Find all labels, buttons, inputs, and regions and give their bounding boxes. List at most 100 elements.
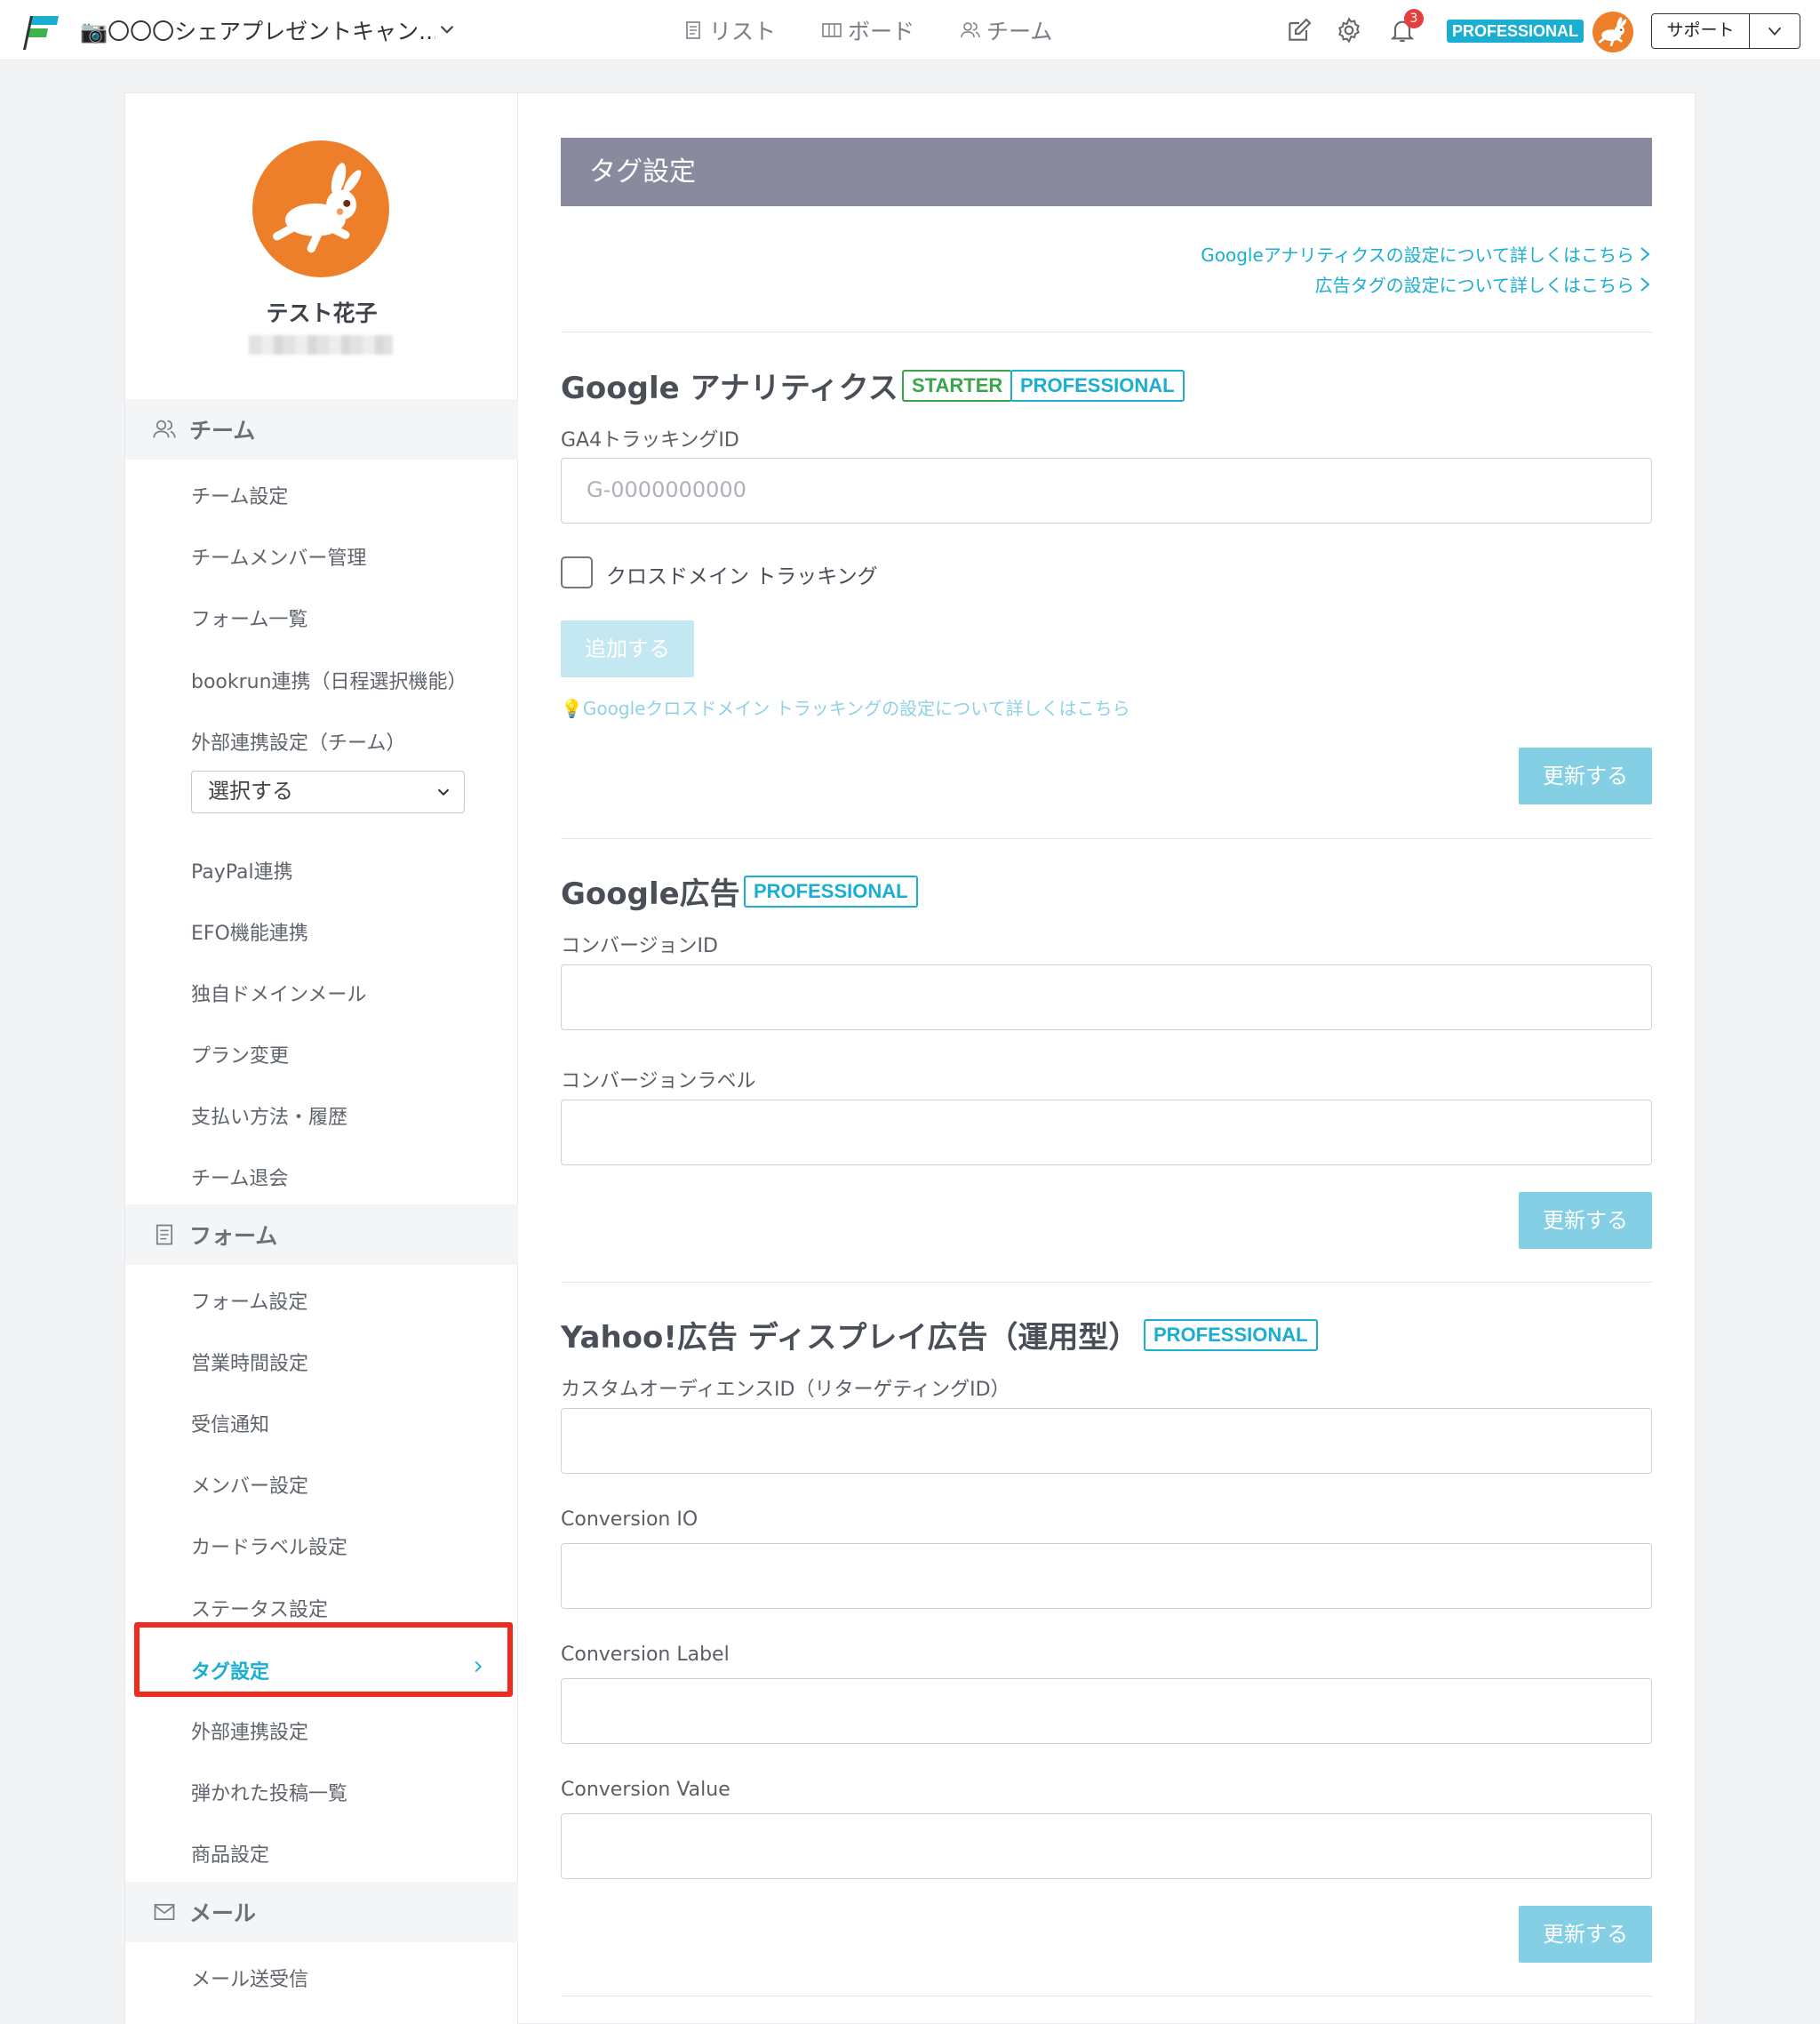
app-logo-icon[interactable] <box>21 12 60 52</box>
conversion-io-input[interactable] <box>561 1543 1652 1609</box>
settings-card: テスト花子 チーム チーム設定 チームメンバー管理 フォーム一覧 bookrun… <box>124 92 1696 2024</box>
sidebar-item-tag-settings-label: タグ設定 <box>191 1661 270 1684</box>
chevron-down-icon <box>437 788 450 796</box>
nav-list-label: リスト <box>709 19 777 44</box>
sidebar-item-external-team[interactable]: 外部連携設定（チーム） <box>191 727 405 756</box>
sidebar-item-member-settings[interactable]: メンバー設定 <box>191 1470 308 1499</box>
yahoo-conversion-label-label: Conversion Label <box>561 1644 730 1666</box>
nav-board-label: ボード <box>848 19 915 44</box>
sidebar-item-rejected-posts[interactable]: 弾かれた投稿一覧 <box>191 1778 347 1806</box>
sidebar-item-mail[interactable]: メール送受信 <box>191 1964 308 1992</box>
page-title: タグ設定 <box>561 138 1652 206</box>
support-dropdown-toggle[interactable] <box>1750 14 1800 48</box>
conversion-io-label: Conversion IO <box>561 1508 698 1531</box>
chevron-right-icon <box>475 1660 483 1673</box>
conversion-id-input[interactable] <box>561 964 1652 1030</box>
conversion-id-label: コンバージョンID <box>561 935 718 957</box>
section-title: メール <box>189 1900 257 1926</box>
plan-badge: PROFESSIONAL <box>1447 20 1585 43</box>
conversion-value-label: Conversion Value <box>561 1779 730 1801</box>
conversion-label-label: コンバージョンラベル <box>561 1070 756 1092</box>
notification-badge: 3 <box>1404 9 1424 28</box>
sidebar-section-team: チーム <box>125 399 518 460</box>
chevron-down-icon[interactable] <box>435 18 459 41</box>
sidebar-item-team-members[interactable]: チームメンバー管理 <box>191 542 366 571</box>
ga4-id-input[interactable]: G-0000000000 <box>561 458 1652 524</box>
divider <box>561 838 1652 839</box>
sidebar-item-notifications[interactable]: 受信通知 <box>191 1409 269 1437</box>
google-ads-update-button[interactable]: 更新する <box>1519 1192 1652 1249</box>
ga-section-title: Google アナリティクス <box>561 371 898 406</box>
support-button[interactable]: サポート <box>1651 13 1800 49</box>
team-people-icon <box>961 22 980 38</box>
support-button-label: サポート <box>1652 14 1750 48</box>
cross-domain-label: クロスドメイン トラッキング <box>606 565 878 588</box>
chevron-right-icon <box>1640 276 1650 292</box>
cross-domain-help-link[interactable]: 💡Googleクロスドメイン トラッキングの設定について詳しくはこちら <box>561 694 1130 720</box>
ga-update-button[interactable]: 更新する <box>1519 748 1652 804</box>
conversion-label-input[interactable] <box>561 1100 1652 1165</box>
professional-tag: PROFESSIONAL <box>1010 370 1185 402</box>
edit-icon[interactable] <box>1285 16 1313 44</box>
professional-tag: PROFESSIONAL <box>744 876 918 908</box>
mail-envelope-icon <box>154 1903 175 1921</box>
list-doc-icon <box>686 21 700 39</box>
nav-list[interactable]: リスト <box>682 14 776 46</box>
audience-id-input[interactable] <box>561 1408 1652 1474</box>
ga4-id-label: GA4トラッキングID <box>561 429 739 452</box>
sidebar-item-paypal[interactable]: PayPal連携 <box>191 856 293 884</box>
sidebar-item-efo[interactable]: EFO機能連携 <box>191 917 308 946</box>
sidebar-item-team-settings[interactable]: チーム設定 <box>191 481 288 509</box>
professional-tag: PROFESSIONAL <box>1144 1319 1318 1351</box>
sidebar-section-form: フォーム <box>125 1204 518 1265</box>
section-title: チーム <box>189 418 256 444</box>
board-columns-icon <box>822 23 842 37</box>
yahoo-conversion-label-input[interactable] <box>561 1678 1652 1744</box>
yahoo-ads-section-title: Yahoo!広告 ディスプレイ広告（運用型） <box>561 1320 1139 1356</box>
project-title[interactable]: 📷〇〇〇シェアプレゼントキャン... <box>80 14 435 46</box>
rabbit-icon <box>273 163 362 253</box>
sidebar-item-business-hours[interactable]: 営業時間設定 <box>191 1348 308 1376</box>
nav-team[interactable]: チーム <box>960 14 1052 46</box>
sidebar-item-external-settings[interactable]: 外部連携設定 <box>191 1716 308 1745</box>
user-name: テスト花子 <box>266 300 378 326</box>
audience-id-label: カスタムオーディエンスID（リターゲティングID） <box>561 1379 1010 1401</box>
sidebar: テスト花子 チーム チーム設定 チームメンバー管理 フォーム一覧 bookrun… <box>125 93 518 2024</box>
sidebar-item-plan-change[interactable]: プラン変更 <box>191 1040 289 1068</box>
cross-domain-checkbox[interactable] <box>561 556 593 588</box>
section-title: フォーム <box>189 1223 278 1249</box>
starter-tag: STARTER <box>902 370 1013 402</box>
help-link-ad-tags[interactable]: 広告タグの設定について詳しくはこちら <box>1315 271 1652 297</box>
chevron-down-icon <box>1768 27 1782 36</box>
sidebar-item-form-list[interactable]: フォーム一覧 <box>191 604 307 632</box>
sidebar-item-payment[interactable]: 支払い方法・履歴 <box>191 1101 347 1130</box>
help-link-label: 広告タグの設定について詳しくはこちら <box>1314 275 1634 296</box>
sidebar-item-card-labels[interactable]: カードラベル設定 <box>191 1532 347 1560</box>
sidebar-item-product-settings[interactable]: 商品設定 <box>191 1839 269 1868</box>
external-team-select[interactable]: 選択する <box>191 771 465 813</box>
user-avatar <box>252 140 389 277</box>
help-link-analytics[interactable]: Googleアナリティクスの設定について詳しくはこちら <box>1201 241 1652 267</box>
avatar[interactable] <box>1592 12 1633 52</box>
google-ads-section-title: Google広告 <box>561 876 740 912</box>
user-email-redacted <box>249 335 393 355</box>
conversion-value-input[interactable] <box>561 1813 1652 1879</box>
rabbit-icon <box>1598 17 1627 47</box>
sidebar-item-domain-mail[interactable]: 独自ドメインメール <box>191 979 366 1007</box>
sidebar-item-status-settings[interactable]: ステータス設定 <box>191 1594 328 1622</box>
form-doc-icon <box>156 1224 173 1245</box>
nav-team-label: チーム <box>986 19 1053 44</box>
top-header: 📷〇〇〇シェアプレゼントキャン... リスト ボード チーム 3 PROFESS… <box>0 0 1820 60</box>
yahoo-update-button[interactable]: 更新する <box>1519 1906 1652 1963</box>
team-people-icon <box>153 420 176 438</box>
sidebar-section-mail: メール <box>125 1882 518 1942</box>
add-button[interactable]: 追加する <box>561 620 694 677</box>
sidebar-item-leave-team[interactable]: チーム退会 <box>191 1163 288 1191</box>
gear-icon[interactable] <box>1335 16 1363 44</box>
sidebar-item-form-settings[interactable]: フォーム設定 <box>191 1286 307 1315</box>
sidebar-item-bookrun[interactable]: bookrun連携（日程選択機能） <box>191 666 467 694</box>
help-link-label: Googleアナリティクスの設定について詳しくはこちら <box>1201 244 1634 266</box>
select-value: 選択する <box>208 779 293 804</box>
chevron-right-icon <box>1640 246 1650 261</box>
nav-board[interactable]: ボード <box>821 14 914 46</box>
